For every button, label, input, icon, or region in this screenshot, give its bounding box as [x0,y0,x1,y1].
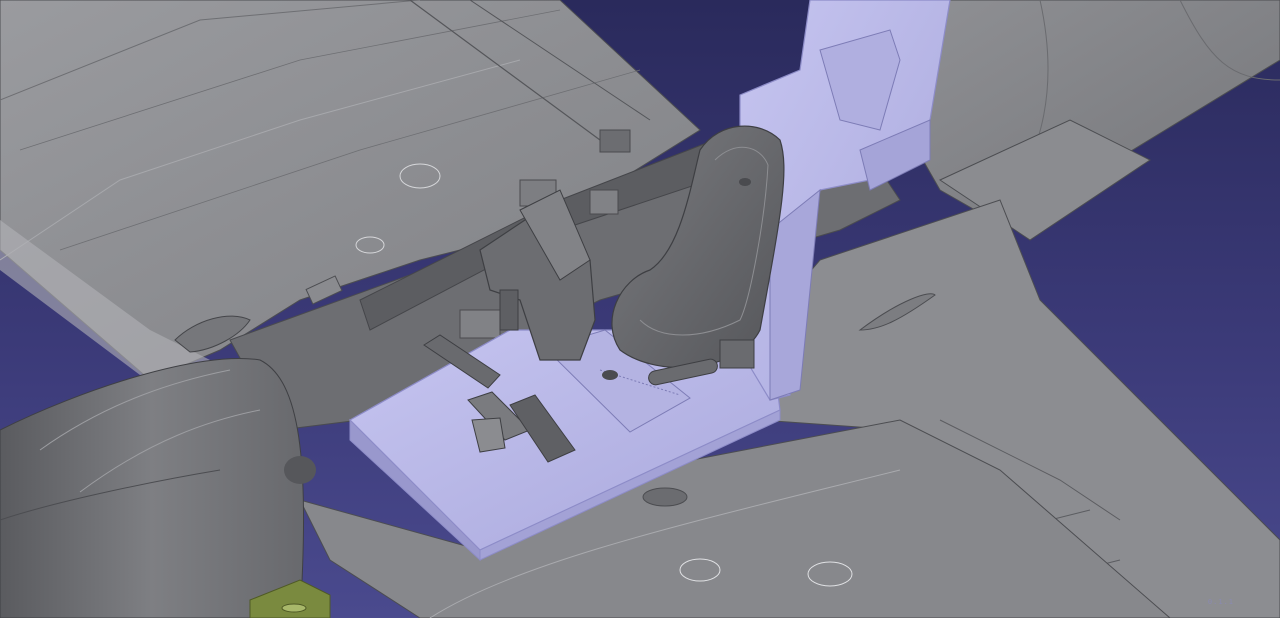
starboard-wing[interactable] [899,0,1280,241]
cad-scene[interactable] [0,0,1280,618]
cad-3d-viewport[interactable]: 0.1.1 [0,0,1280,618]
view-readout: 0.1.1 [1207,598,1234,606]
